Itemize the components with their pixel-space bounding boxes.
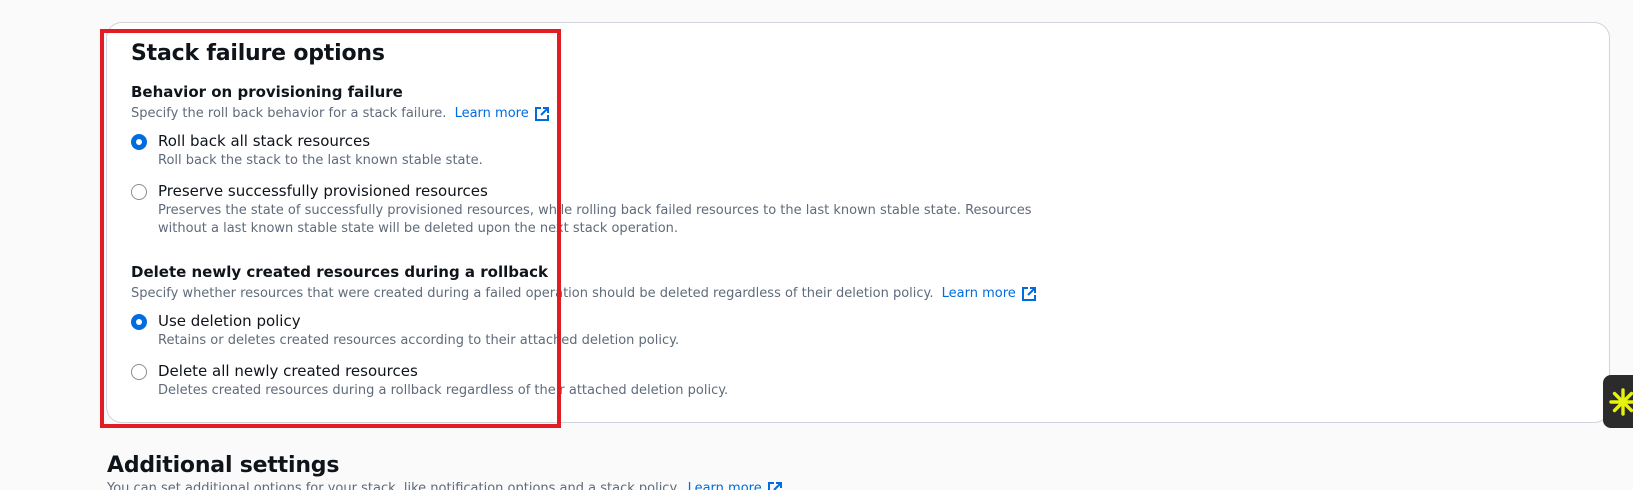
radio-label: Use deletion policy	[158, 312, 301, 330]
radio-description: Preserves the state of successfully prov…	[158, 203, 1032, 236]
learn-more-label: Learn more	[454, 106, 529, 121]
behavior-on-failure-label: Behavior on provisioning failure	[131, 83, 403, 101]
external-link-icon	[534, 106, 550, 122]
delete-new-learn-more-link[interactable]: Learn more	[942, 285, 1037, 303]
radio-description: Retains or deletes created resources acc…	[158, 333, 680, 348]
panel-title: Stack failure options	[131, 41, 385, 66]
radio-button-checked[interactable]	[131, 134, 147, 150]
additional-settings-learn-more-link[interactable]: Learn more	[688, 480, 783, 490]
radio-button-unchecked[interactable]	[131, 184, 147, 200]
delete-new-resources-description: Specify whether resources that were crea…	[131, 285, 1037, 303]
radio-option-delete-all-new[interactable]: Delete all newly created resources Delet…	[131, 360, 1058, 400]
radio-label: Preserve successfully provisioned resour…	[158, 182, 488, 200]
behavior-on-failure-description: Specify the roll back behavior for a sta…	[131, 105, 550, 123]
radio-description: Roll back the stack to the last known st…	[158, 153, 483, 168]
radio-button-unchecked[interactable]	[131, 364, 147, 380]
page: Stack failure options Behavior on provis…	[0, 0, 1633, 490]
external-link-icon	[767, 481, 783, 490]
behavior-description-text: Specify the roll back behavior for a sta…	[131, 106, 447, 121]
additional-settings-description: You can set additional options for your …	[107, 480, 783, 490]
radio-option-use-deletion-policy[interactable]: Use deletion policy Retains or deletes c…	[131, 310, 1058, 350]
behavior-learn-more-link[interactable]: Learn more	[455, 105, 550, 123]
radio-button-checked[interactable]	[131, 314, 147, 330]
delete-new-description-text: Specify whether resources that were crea…	[131, 286, 934, 301]
radio-option-roll-back-all[interactable]: Roll back all stack resources Roll back …	[131, 130, 1058, 170]
side-assistant-button[interactable]	[1603, 375, 1633, 428]
external-link-icon	[1021, 286, 1037, 302]
delete-new-resources-label: Delete newly created resources during a …	[131, 263, 548, 281]
additional-settings-title: Additional settings	[107, 453, 340, 478]
learn-more-label: Learn more	[687, 481, 762, 490]
radio-option-preserve-provisioned[interactable]: Preserve successfully provisioned resour…	[131, 180, 1058, 238]
radio-label: Roll back all stack resources	[158, 132, 371, 150]
radio-description: Deletes created resources during a rollb…	[158, 383, 729, 398]
learn-more-label: Learn more	[941, 286, 1016, 301]
additional-settings-description-text: You can set additional options for your …	[107, 481, 680, 490]
radio-label: Delete all newly created resources	[158, 362, 418, 380]
